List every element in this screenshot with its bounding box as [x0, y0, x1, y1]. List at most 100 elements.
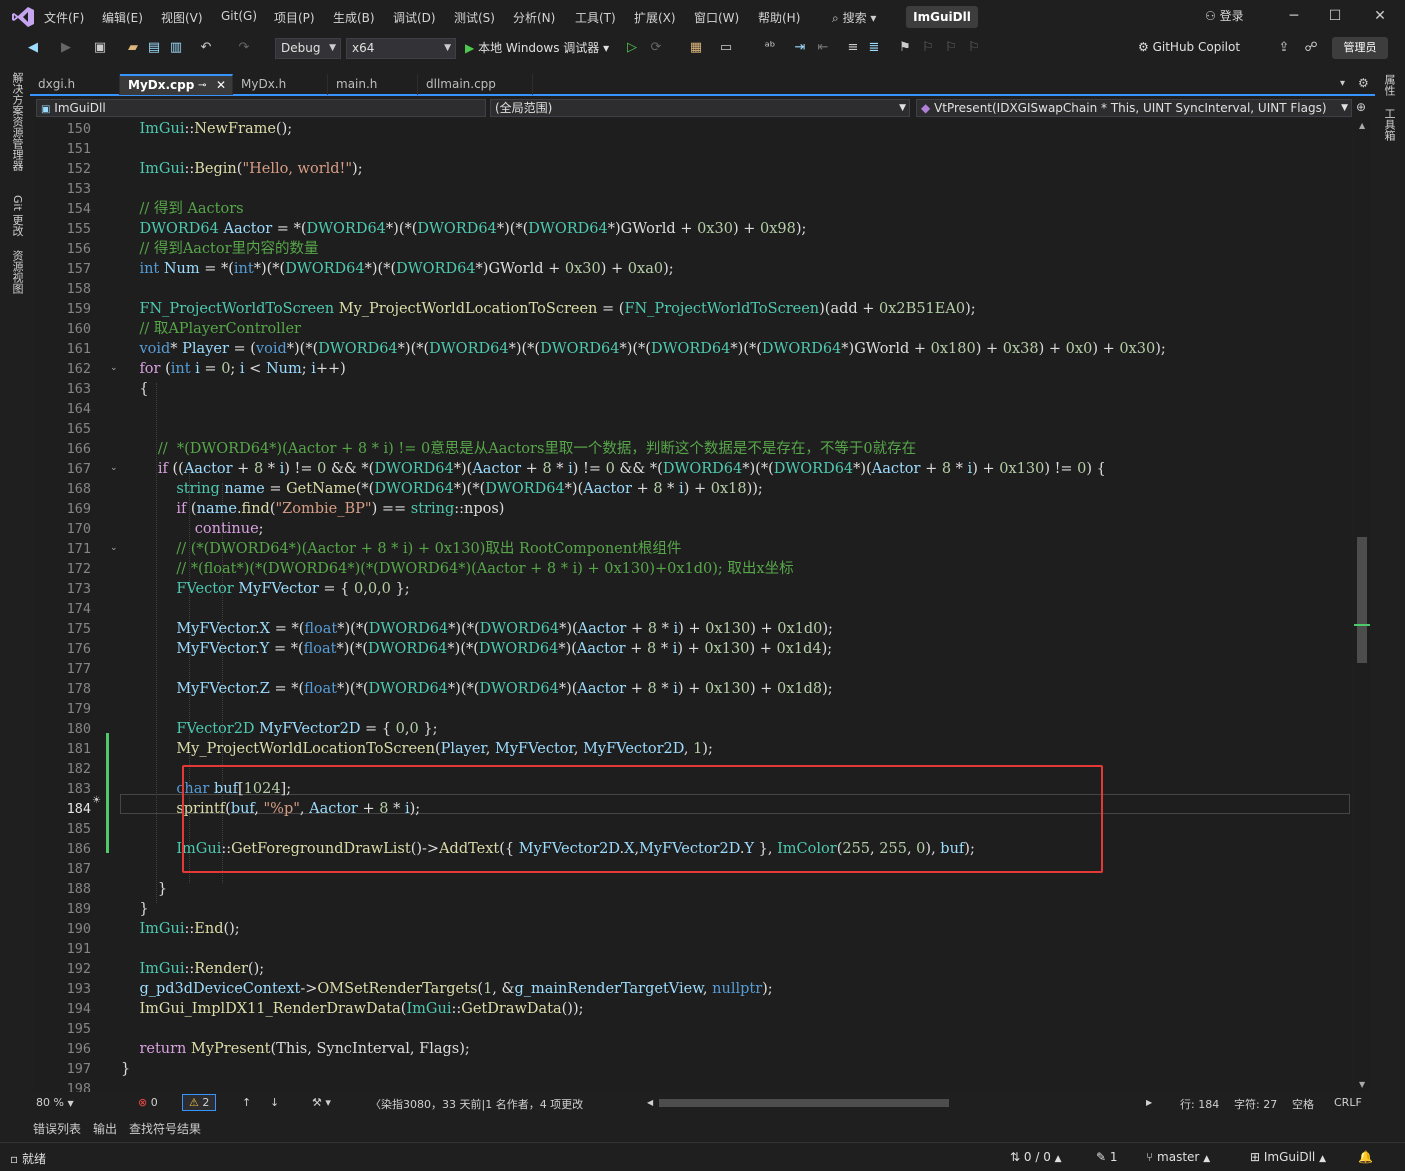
open-folder-icon[interactable]: ▰	[125, 40, 141, 56]
properties-tab[interactable]: 属性	[1381, 74, 1397, 96]
layout-icon[interactable]: ▭	[718, 40, 734, 56]
menu-item[interactable]: 调试(D)	[393, 9, 436, 26]
copilot-button[interactable]: ⚙ GitHub Copilot	[1138, 40, 1240, 54]
whitespace-indicator[interactable]: 空格	[1292, 1096, 1314, 1112]
fold-chevron-icon[interactable]: ⌄	[110, 463, 118, 473]
line-number: 162	[66, 361, 91, 377]
project-dropdown[interactable]: ▣ ImGuiDll	[36, 99, 486, 117]
menu-item[interactable]: 视图(V)	[161, 9, 203, 26]
code-editor[interactable]: 150 151 152 153 154 155 156 157 158 159 160 161 162 1…	[34, 119, 1352, 1092]
new-project-icon[interactable]: ▣	[92, 40, 108, 56]
config-select[interactable]: Debug ▼	[275, 38, 341, 59]
hscroll-right-icon[interactable]: ▶	[1146, 1098, 1152, 1107]
scrollbar-thumb[interactable]	[1357, 537, 1367, 663]
warning-count[interactable]: ⚠ 2	[182, 1094, 217, 1111]
line-indicator[interactable]: 行: 184	[1180, 1096, 1219, 1112]
feedback-icon[interactable]: ☍	[1303, 40, 1319, 56]
menu-item[interactable]: 项目(P)	[274, 9, 315, 26]
tab-output[interactable]: 输出	[93, 1120, 117, 1137]
menu-item[interactable]: 工具(T)	[575, 9, 616, 26]
tab-dxgi-h[interactable]: dxgi.h	[30, 74, 120, 95]
tab-main-h[interactable]: main.h	[328, 74, 418, 95]
uncomment-icon[interactable]: ≣	[866, 40, 882, 56]
tab-mydx-h[interactable]: MyDx.h	[233, 74, 328, 95]
notifications-bell-icon[interactable]: 🔔	[1358, 1150, 1373, 1164]
solution-explorer-icon[interactable]: ▦	[688, 40, 704, 56]
share-icon[interactable]: ⇪	[1276, 40, 1292, 56]
tab-dllmain-cpp[interactable]: dllmain.cpp	[418, 74, 533, 95]
error-count[interactable]: ⊗ 0	[138, 1096, 158, 1109]
codelens-info[interactable]: 〈染指3080，33 天前|1 名作者，4 项更改	[370, 1096, 583, 1112]
hscroll-left-icon[interactable]: ◀	[647, 1098, 653, 1107]
menu-item[interactable]: 帮助(H)	[758, 9, 800, 26]
menu-item[interactable]: 编辑(E)	[102, 9, 143, 26]
menu-item[interactable]: Git(G)	[221, 9, 257, 23]
next-bookmark-icon[interactable]: ⚐	[943, 40, 959, 56]
resource-view-tab[interactable]: 资源视图	[9, 250, 25, 294]
git-changes-tab[interactable]: Git 更改	[9, 195, 25, 236]
scroll-up-icon[interactable]: ▲	[1359, 121, 1365, 130]
scroll-down-icon[interactable]: ▼	[1359, 1080, 1365, 1089]
search-box[interactable]: ⌕ 搜索 ▾	[832, 9, 876, 26]
scope-dropdown[interactable]: (全局范围) ▼	[490, 99, 910, 117]
solution-explorer-tab[interactable]: 解决方案资源管理器	[9, 72, 25, 171]
tab-find-symbol-results[interactable]: 查找符号结果	[129, 1120, 201, 1137]
forward-icon[interactable]: ▶	[58, 40, 74, 56]
menu-item[interactable]: 分析(N)	[513, 9, 555, 26]
menu-item[interactable]: 测试(S)	[454, 9, 495, 26]
maximize-icon[interactable]: ☐	[1325, 6, 1345, 26]
platform-select[interactable]: x64 ▼	[346, 38, 456, 59]
code-line: DWORD64 Aactor = *(DWORD64*)(*(DWORD64*)…	[139, 221, 807, 237]
redo-icon[interactable]: ↷	[236, 40, 252, 56]
next-issue-icon[interactable]: ↓	[270, 1096, 279, 1109]
char-indicator[interactable]: 字符: 27	[1234, 1096, 1277, 1112]
save-all-icon[interactable]: ▥	[168, 40, 184, 56]
pin-icon[interactable]: ⊸	[198, 76, 206, 95]
back-icon[interactable]: ◀	[25, 40, 41, 56]
minimize-icon[interactable]: ─	[1284, 6, 1304, 26]
close-tab-icon[interactable]: ✕	[216, 76, 226, 95]
menu-item[interactable]: 生成(B)	[333, 9, 375, 26]
tab-error-list[interactable]: 错误列表	[33, 1120, 81, 1137]
vertical-scrollbar[interactable]: ▲ ▼	[1354, 119, 1370, 1092]
close-icon[interactable]: ✕	[1370, 6, 1390, 26]
warning-icon: ⚠	[189, 1096, 199, 1109]
spell-check-icon[interactable]: ᵃᵇ	[762, 40, 778, 56]
menu-item[interactable]: 窗口(W)	[694, 9, 739, 26]
code-cleanup-icon[interactable]: ⚒ ▾	[312, 1096, 331, 1109]
zoom-dropdown[interactable]: 80 % ▼	[36, 1096, 74, 1109]
tab-mydx-cpp[interactable]: MyDx.cpp ⊸ ✕	[120, 74, 233, 95]
save-icon[interactable]: ▤	[146, 40, 162, 56]
fold-chevron-icon[interactable]: ⌄	[110, 363, 118, 373]
pending-changes-indicator[interactable]: ✎ 1	[1096, 1150, 1118, 1164]
login-button[interactable]: ⚇ 登录	[1205, 7, 1244, 24]
bookmark-icon[interactable]: ⚑	[897, 40, 913, 56]
line-ending-indicator[interactable]: CRLF	[1334, 1096, 1362, 1109]
prev-bookmark-icon[interactable]: ⚐	[920, 40, 936, 56]
code-line: ImGui::End();	[139, 921, 240, 937]
settings-gear-icon[interactable]: ⚙	[1358, 76, 1369, 90]
repo-selector[interactable]: ⊞ ImGuiDll ▲	[1250, 1150, 1326, 1164]
indent-icon[interactable]: ⇥	[792, 40, 808, 56]
start-without-debug-icon[interactable]: ▷	[624, 40, 640, 56]
undo-icon[interactable]: ↶	[198, 40, 214, 56]
member-dropdown[interactable]: ◆ VtPresent(IDXGISwapChain * This, UINT …	[916, 99, 1352, 117]
split-window-icon[interactable]: ⊕	[1356, 100, 1366, 114]
code-line: MyFVector.Y = *(float*)(*(DWORD64*)(*(DW…	[176, 641, 833, 657]
menu-item[interactable]: 扩展(X)	[634, 9, 676, 26]
toolbox-tab[interactable]: 工具箱	[1381, 108, 1397, 141]
quick-action-lightbulb-icon[interactable]: ☀	[92, 795, 101, 806]
horizontal-scrollbar-thumb[interactable]	[659, 1099, 949, 1107]
sync-indicator[interactable]: ⇅ 0 / 0 ▲	[1010, 1150, 1062, 1164]
line-number: 189	[66, 901, 91, 917]
comment-icon[interactable]: ≡	[845, 40, 861, 56]
prev-issue-icon[interactable]: ↑	[242, 1096, 251, 1109]
start-debugger-button[interactable]: ▶ 本地 Windows 调试器 ▾	[465, 39, 609, 56]
menu-item[interactable]: 文件(F)	[44, 9, 84, 26]
tab-list-icon[interactable]: ▾	[1340, 78, 1345, 89]
outdent-icon[interactable]: ⇤	[815, 40, 831, 56]
fold-chevron-icon[interactable]: ⌄	[110, 543, 118, 553]
clear-bookmarks-icon[interactable]: ⚐	[966, 40, 982, 56]
branch-selector[interactable]: ⑂ master ▲	[1146, 1150, 1210, 1164]
hot-reload-icon[interactable]: ⟳	[648, 40, 664, 56]
